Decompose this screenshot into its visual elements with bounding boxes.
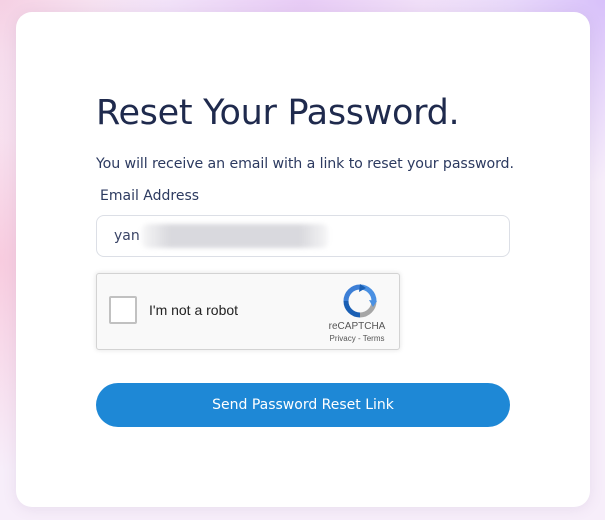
recaptcha-logo-icon	[343, 284, 377, 318]
reset-password-form: Reset Your Password. You will receive an…	[96, 90, 514, 427]
recaptcha-checkbox[interactable]	[109, 296, 137, 324]
redacted-email-blur	[141, 224, 328, 248]
email-field[interactable]: yan	[96, 215, 510, 257]
send-reset-link-button[interactable]: Send Password Reset Link	[96, 383, 510, 427]
instructions-text: You will receive an email with a link to…	[96, 156, 514, 172]
links-separator: -	[357, 334, 361, 343]
privacy-link[interactable]: Privacy	[330, 334, 356, 343]
page-title: Reset Your Password.	[96, 93, 460, 133]
recaptcha-links: Privacy - Terms	[327, 334, 387, 343]
terms-link[interactable]: Terms	[363, 334, 385, 343]
recaptcha-brand: reCAPTCHA	[328, 321, 386, 332]
recaptcha-label: I'm not a robot	[149, 302, 239, 318]
reset-password-card: Reset Your Password. You will receive an…	[16, 12, 590, 507]
email-label: Email Address	[100, 188, 200, 204]
email-value: yan	[114, 228, 140, 244]
recaptcha-widget: I'm not a robot reCAPTCHA Privacy - Term…	[96, 273, 400, 350]
